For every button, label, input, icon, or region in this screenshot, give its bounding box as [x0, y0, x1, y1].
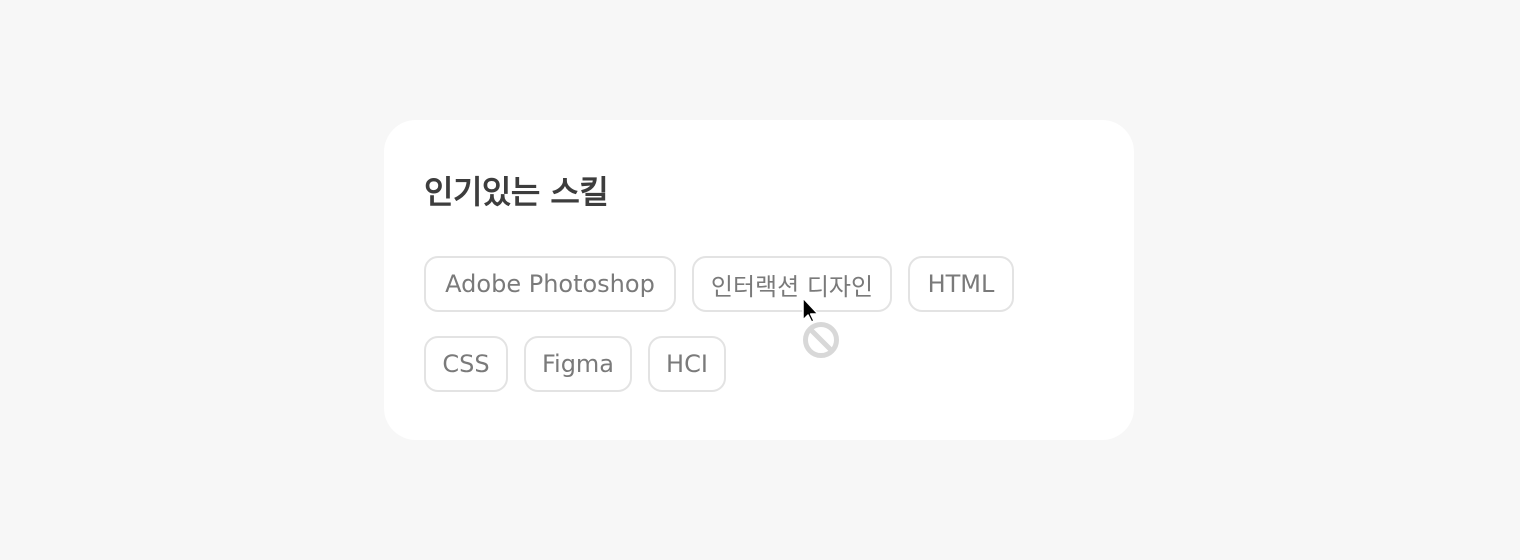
skill-chip-figma[interactable]: Figma: [524, 336, 632, 392]
skill-chip-css[interactable]: CSS: [424, 336, 508, 392]
skill-chip-interaction-design[interactable]: 인터랙션 디자인: [692, 256, 892, 312]
skill-chip-row: CSS Figma HCI: [424, 336, 726, 392]
skill-chip-adobe-photoshop[interactable]: Adobe Photoshop: [424, 256, 676, 312]
skill-chip-html[interactable]: HTML: [908, 256, 1014, 312]
skill-chip-row: Adobe Photoshop 인터랙션 디자인 HTML: [424, 256, 1014, 312]
popular-skills-title: 인기있는 스킬: [424, 173, 609, 211]
popular-skills-card: 인기있는 스킬 Adobe Photoshop 인터랙션 디자인 HTML CS…: [384, 120, 1134, 440]
skill-chip-hci[interactable]: HCI: [648, 336, 726, 392]
